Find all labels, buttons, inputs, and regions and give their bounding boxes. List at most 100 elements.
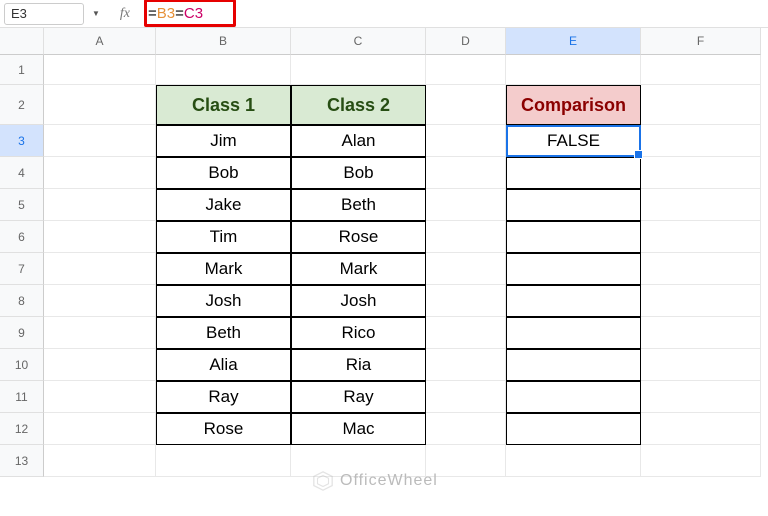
cell-E8[interactable] — [506, 285, 641, 317]
cell-E9[interactable] — [506, 317, 641, 349]
cell-A3[interactable] — [44, 125, 156, 157]
cell-F2[interactable] — [641, 85, 761, 125]
cell-C6[interactable]: Rose — [291, 221, 426, 253]
cell-A5[interactable] — [44, 189, 156, 221]
fx-icon[interactable]: fx — [120, 6, 130, 22]
col-header-F[interactable]: F — [641, 28, 761, 55]
cell-A7[interactable] — [44, 253, 156, 285]
cell-E12[interactable] — [506, 413, 641, 445]
cell-E11[interactable] — [506, 381, 641, 413]
cell-A10[interactable] — [44, 349, 156, 381]
header-comparison[interactable]: Comparison — [506, 85, 641, 125]
cell-A12[interactable] — [44, 413, 156, 445]
cell-F1[interactable] — [641, 55, 761, 85]
cell-B5[interactable]: Jake — [156, 189, 291, 221]
cell-B9[interactable]: Beth — [156, 317, 291, 349]
cell-C8[interactable]: Josh — [291, 285, 426, 317]
cell-C1[interactable] — [291, 55, 426, 85]
cell-C7[interactable]: Mark — [291, 253, 426, 285]
cell-B6[interactable]: Tim — [156, 221, 291, 253]
cell-D1[interactable] — [426, 55, 506, 85]
row-header-1[interactable]: 1 — [0, 55, 44, 85]
cell-B12[interactable]: Rose — [156, 413, 291, 445]
row-header-7[interactable]: 7 — [0, 253, 44, 285]
cell-A9[interactable] — [44, 317, 156, 349]
cell-F7[interactable] — [641, 253, 761, 285]
row-header-2[interactable]: 2 — [0, 85, 44, 125]
cell-B13[interactable] — [156, 445, 291, 477]
cell-E3-selected[interactable]: FALSE — [506, 125, 641, 157]
cell-E1[interactable] — [506, 55, 641, 85]
cell-D7[interactable] — [426, 253, 506, 285]
cell-D8[interactable] — [426, 285, 506, 317]
cell-B1[interactable] — [156, 55, 291, 85]
cell-D4[interactable] — [426, 157, 506, 189]
cell-F10[interactable] — [641, 349, 761, 381]
cell-F11[interactable] — [641, 381, 761, 413]
cell-A8[interactable] — [44, 285, 156, 317]
cell-C9[interactable]: Rico — [291, 317, 426, 349]
cell-D10[interactable] — [426, 349, 506, 381]
cell-C10[interactable]: Ria — [291, 349, 426, 381]
col-header-E[interactable]: E — [506, 28, 641, 55]
cell-B7[interactable]: Mark — [156, 253, 291, 285]
cell-C4[interactable]: Bob — [291, 157, 426, 189]
row-header-5[interactable]: 5 — [0, 189, 44, 221]
cell-D3[interactable] — [426, 125, 506, 157]
col-header-B[interactable]: B — [156, 28, 291, 55]
cell-F5[interactable] — [641, 189, 761, 221]
cell-E4[interactable] — [506, 157, 641, 189]
cell-A13[interactable] — [44, 445, 156, 477]
cell-D12[interactable] — [426, 413, 506, 445]
cell-C12[interactable]: Mac — [291, 413, 426, 445]
cell-E10[interactable] — [506, 349, 641, 381]
cell-F6[interactable] — [641, 221, 761, 253]
cell-D13[interactable] — [426, 445, 506, 477]
header-class1[interactable]: Class 1 — [156, 85, 291, 125]
cell-A11[interactable] — [44, 381, 156, 413]
cell-B11[interactable]: Ray — [156, 381, 291, 413]
cell-F9[interactable] — [641, 317, 761, 349]
row-header-3[interactable]: 3 — [0, 125, 44, 157]
row-header-11[interactable]: 11 — [0, 381, 44, 413]
row-header-13[interactable]: 13 — [0, 445, 44, 477]
row-header-6[interactable]: 6 — [0, 221, 44, 253]
cell-B10[interactable]: Alia — [156, 349, 291, 381]
col-header-C[interactable]: C — [291, 28, 426, 55]
cell-B3[interactable]: Jim — [156, 125, 291, 157]
cell-F13[interactable] — [641, 445, 761, 477]
row-header-10[interactable]: 10 — [0, 349, 44, 381]
cell-D9[interactable] — [426, 317, 506, 349]
cell-E7[interactable] — [506, 253, 641, 285]
cell-E13[interactable] — [506, 445, 641, 477]
cell-A1[interactable] — [44, 55, 156, 85]
row-header-8[interactable]: 8 — [0, 285, 44, 317]
cell-C5[interactable]: Beth — [291, 189, 426, 221]
row-header-4[interactable]: 4 — [0, 157, 44, 189]
cell-A6[interactable] — [44, 221, 156, 253]
cell-D11[interactable] — [426, 381, 506, 413]
cell-D6[interactable] — [426, 221, 506, 253]
header-class2[interactable]: Class 2 — [291, 85, 426, 125]
name-box[interactable]: E3 — [4, 3, 84, 25]
select-all-corner[interactable] — [0, 28, 44, 55]
name-box-dropdown-icon[interactable]: ▼ — [92, 9, 100, 18]
col-header-A[interactable]: A — [44, 28, 156, 55]
cell-D2[interactable] — [426, 85, 506, 125]
cell-F4[interactable] — [641, 157, 761, 189]
cell-B8[interactable]: Josh — [156, 285, 291, 317]
cell-A4[interactable] — [44, 157, 156, 189]
row-header-9[interactable]: 9 — [0, 317, 44, 349]
cell-E6[interactable] — [506, 221, 641, 253]
cell-F3[interactable] — [641, 125, 761, 157]
cell-C3[interactable]: Alan — [291, 125, 426, 157]
cell-F12[interactable] — [641, 413, 761, 445]
cell-A2[interactable] — [44, 85, 156, 125]
cell-B4[interactable]: Bob — [156, 157, 291, 189]
cell-C11[interactable]: Ray — [291, 381, 426, 413]
cell-E5[interactable] — [506, 189, 641, 221]
cell-F8[interactable] — [641, 285, 761, 317]
formula-bar[interactable]: =B3=C3 — [148, 5, 768, 22]
row-header-12[interactable]: 12 — [0, 413, 44, 445]
cell-D5[interactable] — [426, 189, 506, 221]
